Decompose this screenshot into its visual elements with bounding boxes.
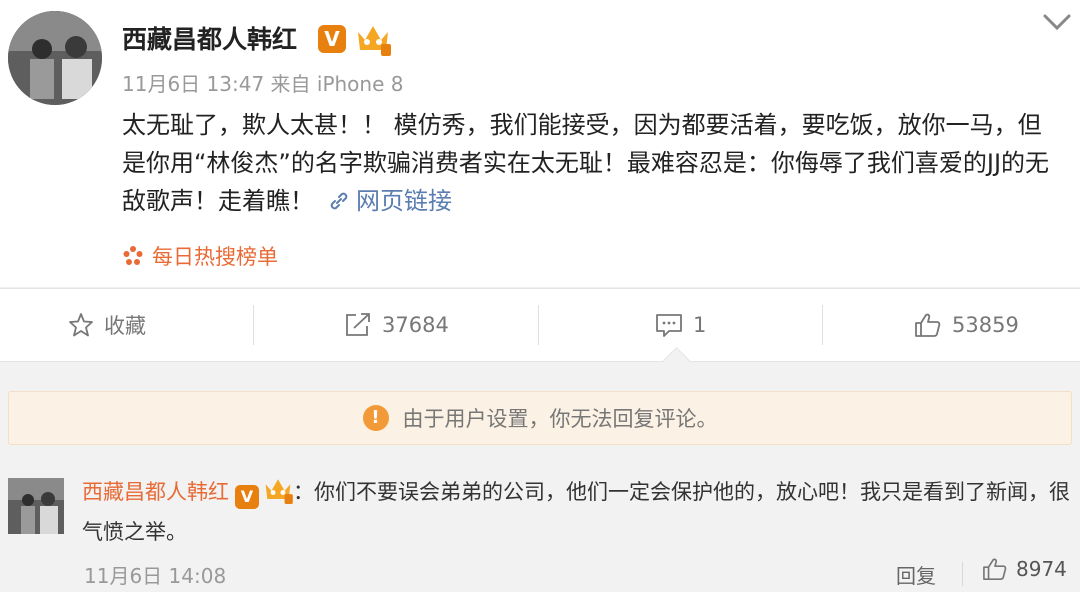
star-icon bbox=[69, 313, 93, 337]
post-author-name[interactable]: 西藏昌都人韩红 bbox=[122, 20, 297, 56]
comment-count: 1 bbox=[693, 313, 707, 337]
author-avatar[interactable] bbox=[8, 11, 102, 105]
reply-button[interactable]: 回复 bbox=[896, 560, 936, 589]
commenter-avatar[interactable] bbox=[8, 478, 64, 534]
hot-search-label: 每日热搜榜单 bbox=[152, 245, 278, 269]
web-link-label: 网页链接 bbox=[356, 187, 452, 215]
like-count: 53859 bbox=[952, 313, 1019, 337]
comment-time: 11月6日 14:08 bbox=[84, 564, 227, 588]
notice-text: 由于用户设置，你无法回复评论。 bbox=[402, 407, 718, 431]
link-icon bbox=[330, 192, 348, 210]
favorite-label: 收藏 bbox=[104, 314, 146, 338]
thumbs-up-icon bbox=[915, 313, 941, 337]
repost-icon bbox=[346, 313, 370, 336]
thumbs-up-icon bbox=[983, 558, 1007, 580]
comment-text: 你们不要误会弟弟的公司，他们一定会保护他的，放心吧！我只是看到了新闻，很气愤之举… bbox=[82, 480, 1070, 544]
vip-crown-icon bbox=[358, 26, 391, 56]
action-divider bbox=[822, 305, 823, 345]
action-bar: 收藏 37684 1 53859 bbox=[0, 288, 1080, 362]
comment-like-count: 8974 bbox=[1016, 557, 1067, 581]
warning-icon: ! bbox=[362, 405, 389, 431]
post-meta: 11月6日 13:47 来自 iPhone 8 bbox=[122, 68, 403, 97]
favorite-button[interactable]: 收藏 bbox=[68, 289, 146, 361]
comment-author-name[interactable]: 西藏昌都人韩红 bbox=[82, 480, 229, 504]
post-source-prefix: 来自 bbox=[270, 72, 311, 96]
flower-icon bbox=[123, 246, 143, 265]
comment-like-button[interactable]: 8974 bbox=[982, 557, 1067, 581]
repost-button[interactable]: 37684 bbox=[344, 289, 449, 361]
repost-count: 37684 bbox=[382, 313, 449, 337]
like-button[interactable]: 53859 bbox=[914, 289, 1019, 361]
verified-badge: V bbox=[235, 485, 259, 509]
post-source: iPhone 8 bbox=[316, 72, 404, 96]
verified-badge: V bbox=[318, 25, 346, 53]
weibo-post: 西藏昌都人韩红 V 11月6日 13:47 来自 iPhone 8 太无耻了，欺… bbox=[0, 0, 1080, 287]
comment-item: 西藏昌都人韩红 V ：你们不要误会弟弟的公司，他们一定会保护他的，放心吧！我只是看到… bbox=[82, 472, 1072, 552]
post-time: 11月6日 13:47 bbox=[122, 72, 265, 96]
hot-search-link[interactable]: 每日热搜榜单 bbox=[122, 241, 278, 271]
action-divider bbox=[538, 305, 539, 345]
comment-divider bbox=[962, 562, 963, 586]
post-body: 太无耻了，欺人太甚！！ 模仿秀，我们能接受，因为都要活着，要吃饭，放你一马，但是… bbox=[122, 111, 1050, 215]
comment-button[interactable]: 1 bbox=[655, 289, 706, 361]
vip-crown-icon bbox=[265, 479, 293, 504]
post-text: 太无耻了，欺人太甚！！ 模仿秀，我们能接受，因为都要活着，要吃饭，放你一马，但是… bbox=[122, 106, 1062, 220]
web-link[interactable]: 网页链接 bbox=[328, 187, 452, 215]
chevron-down-icon[interactable] bbox=[1042, 12, 1072, 32]
comment-icon bbox=[656, 314, 682, 337]
comment-separator: ： bbox=[293, 480, 314, 504]
action-divider bbox=[253, 305, 254, 345]
reply-disabled-notice: ! 由于用户设置，你无法回复评论。 bbox=[8, 391, 1072, 445]
